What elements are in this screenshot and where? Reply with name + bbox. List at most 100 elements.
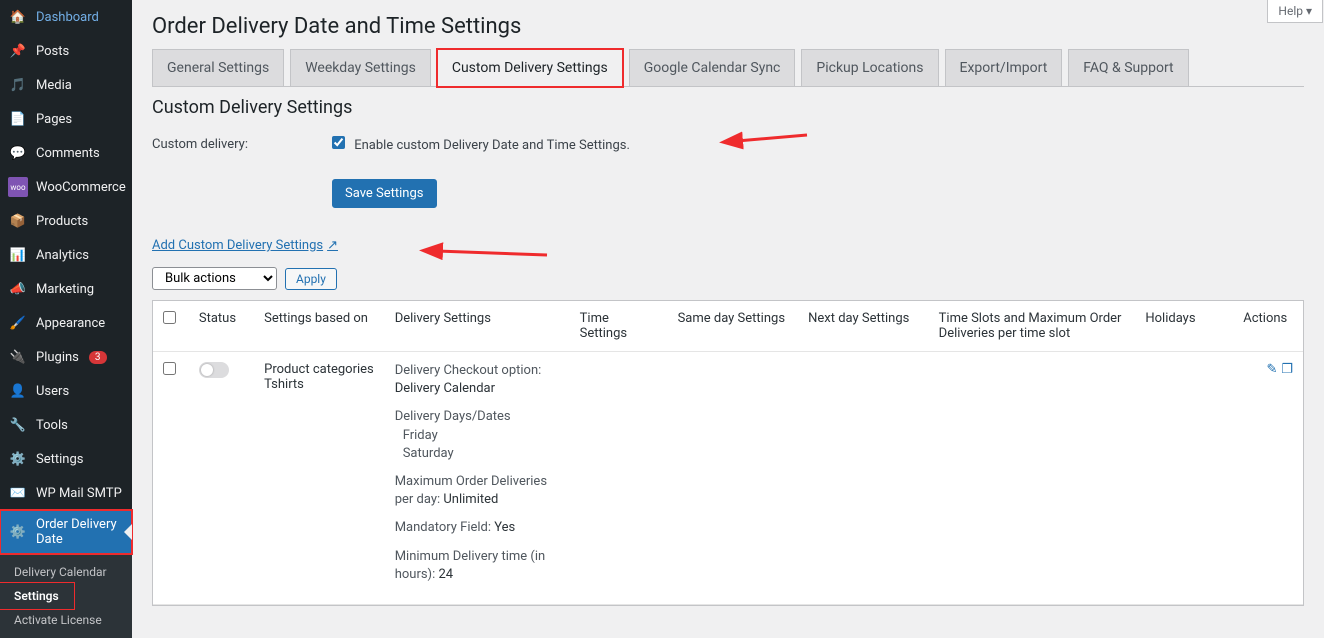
sidebar-item-posts[interactable]: 📌 Posts <box>0 34 132 68</box>
pin-icon: 📌 <box>8 41 28 61</box>
sidebar-item-label: WP Mail SMTP <box>36 486 122 501</box>
settings-table: Status Settings based on Delivery Settin… <box>152 300 1304 606</box>
submenu-activate-license[interactable]: Activate License <box>0 608 132 632</box>
main-content: Help ▾ Order Delivery Date and Time Sett… <box>132 0 1324 573</box>
ds-mand-label: Mandatory Field: <box>395 520 491 535</box>
sidebar-item-label: Marketing <box>36 282 94 297</box>
sidebar-submenu: Delivery Calendar Settings Activate Lice… <box>0 554 132 638</box>
custom-delivery-label: Custom delivery: <box>152 137 272 152</box>
gear-icon: ⚙️ <box>8 522 28 542</box>
ds-day1: Friday <box>395 427 560 445</box>
mail-icon: ✉️ <box>8 483 28 503</box>
table-row: Product categories Tshirts Delivery Chec… <box>153 352 1303 605</box>
sidebar-item-tools[interactable]: 🔧 Tools <box>0 408 132 442</box>
annotation-arrow-2 <box>432 243 552 267</box>
save-settings-button[interactable]: Save Settings <box>332 179 437 208</box>
sidebar-item-label: WooCommerce <box>36 180 126 195</box>
sidebar-item-order-delivery-date[interactable]: ⚙️ Order Delivery Date <box>0 510 132 554</box>
select-all-checkbox[interactable] <box>163 311 176 324</box>
comment-icon: 💬 <box>8 143 28 163</box>
media-icon: 🎵 <box>8 75 28 95</box>
brush-icon: 🖌️ <box>8 313 28 333</box>
enable-custom-text: Enable custom Delivery Date and Time Set… <box>354 138 630 153</box>
tab-faq-support[interactable]: FAQ & Support <box>1068 49 1188 86</box>
th-actions: Actions <box>1233 301 1303 352</box>
bulk-actions-select[interactable]: Bulk actions <box>152 267 277 290</box>
sidebar-item-label: Pages <box>36 112 72 127</box>
ds-days-label: Delivery Days/Dates <box>395 409 511 424</box>
th-time-slots[interactable]: Time Slots and Maximum Order Deliveries … <box>929 301 1136 352</box>
sidebar-item-marketing[interactable]: 📣 Marketing <box>0 272 132 306</box>
tab-pickup-locations[interactable]: Pickup Locations <box>801 49 938 86</box>
admin-sidebar: 🏠 Dashboard 📌 Posts 🎵 Media 📄 Pages 💬 Co… <box>0 0 132 573</box>
status-toggle[interactable] <box>199 362 229 378</box>
sidebar-item-label: Users <box>36 384 69 399</box>
th-status[interactable]: Status <box>189 301 254 352</box>
tab-weekday[interactable]: Weekday Settings <box>290 49 431 86</box>
update-badge: 3 <box>89 351 107 364</box>
dashboard-icon: 🏠 <box>8 7 28 27</box>
tab-general[interactable]: General Settings <box>152 49 284 86</box>
row-checkbox[interactable] <box>163 362 176 375</box>
sidebar-item-label: Dashboard <box>36 10 99 25</box>
sidebar-item-label: Appearance <box>36 316 105 331</box>
th-delivery-settings[interactable]: Delivery Settings <box>385 301 570 352</box>
sidebar-item-woocommerce[interactable]: woo WooCommerce <box>0 170 132 204</box>
th-next-day[interactable]: Next day Settings <box>798 301 929 352</box>
tab-custom-delivery[interactable]: Custom Delivery Settings <box>437 49 623 87</box>
custom-delivery-row: Custom delivery: Enable custom Delivery … <box>152 136 1304 153</box>
sidebar-item-products[interactable]: 📦 Products <box>0 204 132 238</box>
submenu-delivery-calendar[interactable]: Delivery Calendar <box>0 560 132 584</box>
apply-button[interactable]: Apply <box>285 268 337 290</box>
plug-icon: 🔌 <box>8 347 28 367</box>
th-settings[interactable]: Settings based on <box>254 301 385 352</box>
submenu-settings[interactable]: Settings <box>0 584 73 608</box>
sidebar-item-label: Products <box>36 214 88 229</box>
sidebar-item-pages[interactable]: 📄 Pages <box>0 102 132 136</box>
add-link-text: Add Custom Delivery Settings <box>152 238 323 253</box>
sidebar-item-settings[interactable]: ⚙️ Settings <box>0 442 132 476</box>
settings-based-line2: Tshirts <box>264 377 375 392</box>
page-title: Order Delivery Date and Time Settings <box>152 0 1304 49</box>
woo-icon: woo <box>8 177 28 197</box>
add-custom-delivery-link[interactable]: Add Custom Delivery Settings ↗ <box>152 238 338 253</box>
section-heading: Custom Delivery Settings <box>152 97 1304 118</box>
sidebar-item-users[interactable]: 👤 Users <box>0 374 132 408</box>
settings-based-line1: Product categories <box>264 362 375 377</box>
th-same-day[interactable]: Same day Settings <box>668 301 799 352</box>
sidebar-item-label: Comments <box>36 146 100 161</box>
ds-mand-value: Yes <box>491 520 515 535</box>
sidebar-item-dashboard[interactable]: 🏠 Dashboard <box>0 0 132 34</box>
sidebar-item-label: Media <box>36 78 72 93</box>
sidebar-item-comments[interactable]: 💬 Comments <box>0 136 132 170</box>
sidebar-item-label: Settings <box>36 452 83 467</box>
sidebar-item-label: Order Delivery Date <box>36 517 124 547</box>
help-tab[interactable]: Help ▾ <box>1267 0 1323 23</box>
sidebar-item-appearance[interactable]: 🖌️ Appearance <box>0 306 132 340</box>
box-icon: 📦 <box>8 211 28 231</box>
horn-icon: 📣 <box>8 279 28 299</box>
tab-export-import[interactable]: Export/Import <box>945 49 1063 86</box>
chart-icon: 📊 <box>8 245 28 265</box>
wrench-icon: 🔧 <box>8 415 28 435</box>
sidebar-item-media[interactable]: 🎵 Media <box>0 68 132 102</box>
nav-tabs: General Settings Weekday Settings Custom… <box>152 49 1304 87</box>
sidebar-item-wp-mail[interactable]: ✉️ WP Mail SMTP <box>0 476 132 510</box>
th-time-settings[interactable]: Time Settings <box>570 301 668 352</box>
sidebar-item-label: Tools <box>36 418 68 433</box>
tab-google-calendar[interactable]: Google Calendar Sync <box>629 49 796 86</box>
enable-custom-checkbox[interactable] <box>332 136 345 149</box>
annotation-arrow-1 <box>732 125 812 149</box>
user-icon: 👤 <box>8 381 28 401</box>
sidebar-item-analytics[interactable]: 📊 Analytics <box>0 238 132 272</box>
ds-min-label: Minimum Delivery time (in hours): <box>395 549 546 582</box>
ds-max-value: Unlimited <box>440 492 498 507</box>
sidebar-item-label: Plugins <box>36 350 79 365</box>
copy-icon[interactable]: ❐ <box>1281 362 1293 377</box>
sliders-icon: ⚙️ <box>8 449 28 469</box>
sidebar-item-label: Posts <box>36 44 69 59</box>
edit-icon[interactable]: ✎ <box>1266 362 1277 377</box>
ds-checkout-value: Delivery Calendar <box>395 381 495 396</box>
th-holidays[interactable]: Holidays <box>1135 301 1233 352</box>
sidebar-item-plugins[interactable]: 🔌 Plugins 3 <box>0 340 132 374</box>
